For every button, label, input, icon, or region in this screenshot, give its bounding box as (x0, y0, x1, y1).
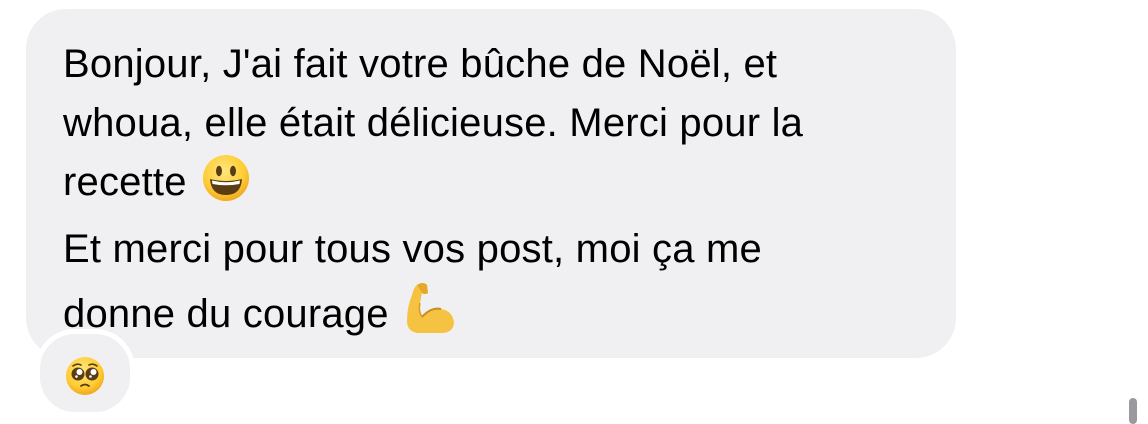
message-line-2: whoua, elle était délicieuse. Merci pour… (63, 101, 804, 145)
message-line-5: donne du courage (63, 279, 923, 352)
message-line-4: Et merci pour tous vos post, moi ça me (63, 227, 762, 271)
flexed-biceps-icon (403, 279, 457, 352)
message-line-3-text: recette (63, 160, 187, 204)
message-line-3: recette (63, 153, 923, 220)
scrollbar-thumb[interactable] (1129, 398, 1137, 424)
message-line-5-text: donne du courage (63, 292, 389, 336)
message-text: Bonjour, J'ai fait votre bûche de Noël, … (63, 35, 923, 352)
pleading-face-icon (64, 355, 106, 402)
chat-screen: Bonjour, J'ai fait votre bûche de Noël, … (0, 0, 1148, 424)
grinning-face-icon (201, 153, 251, 220)
reaction-badge[interactable] (35, 329, 135, 417)
message-line-1: Bonjour, J'ai fait votre bûche de Noël, … (63, 42, 778, 86)
